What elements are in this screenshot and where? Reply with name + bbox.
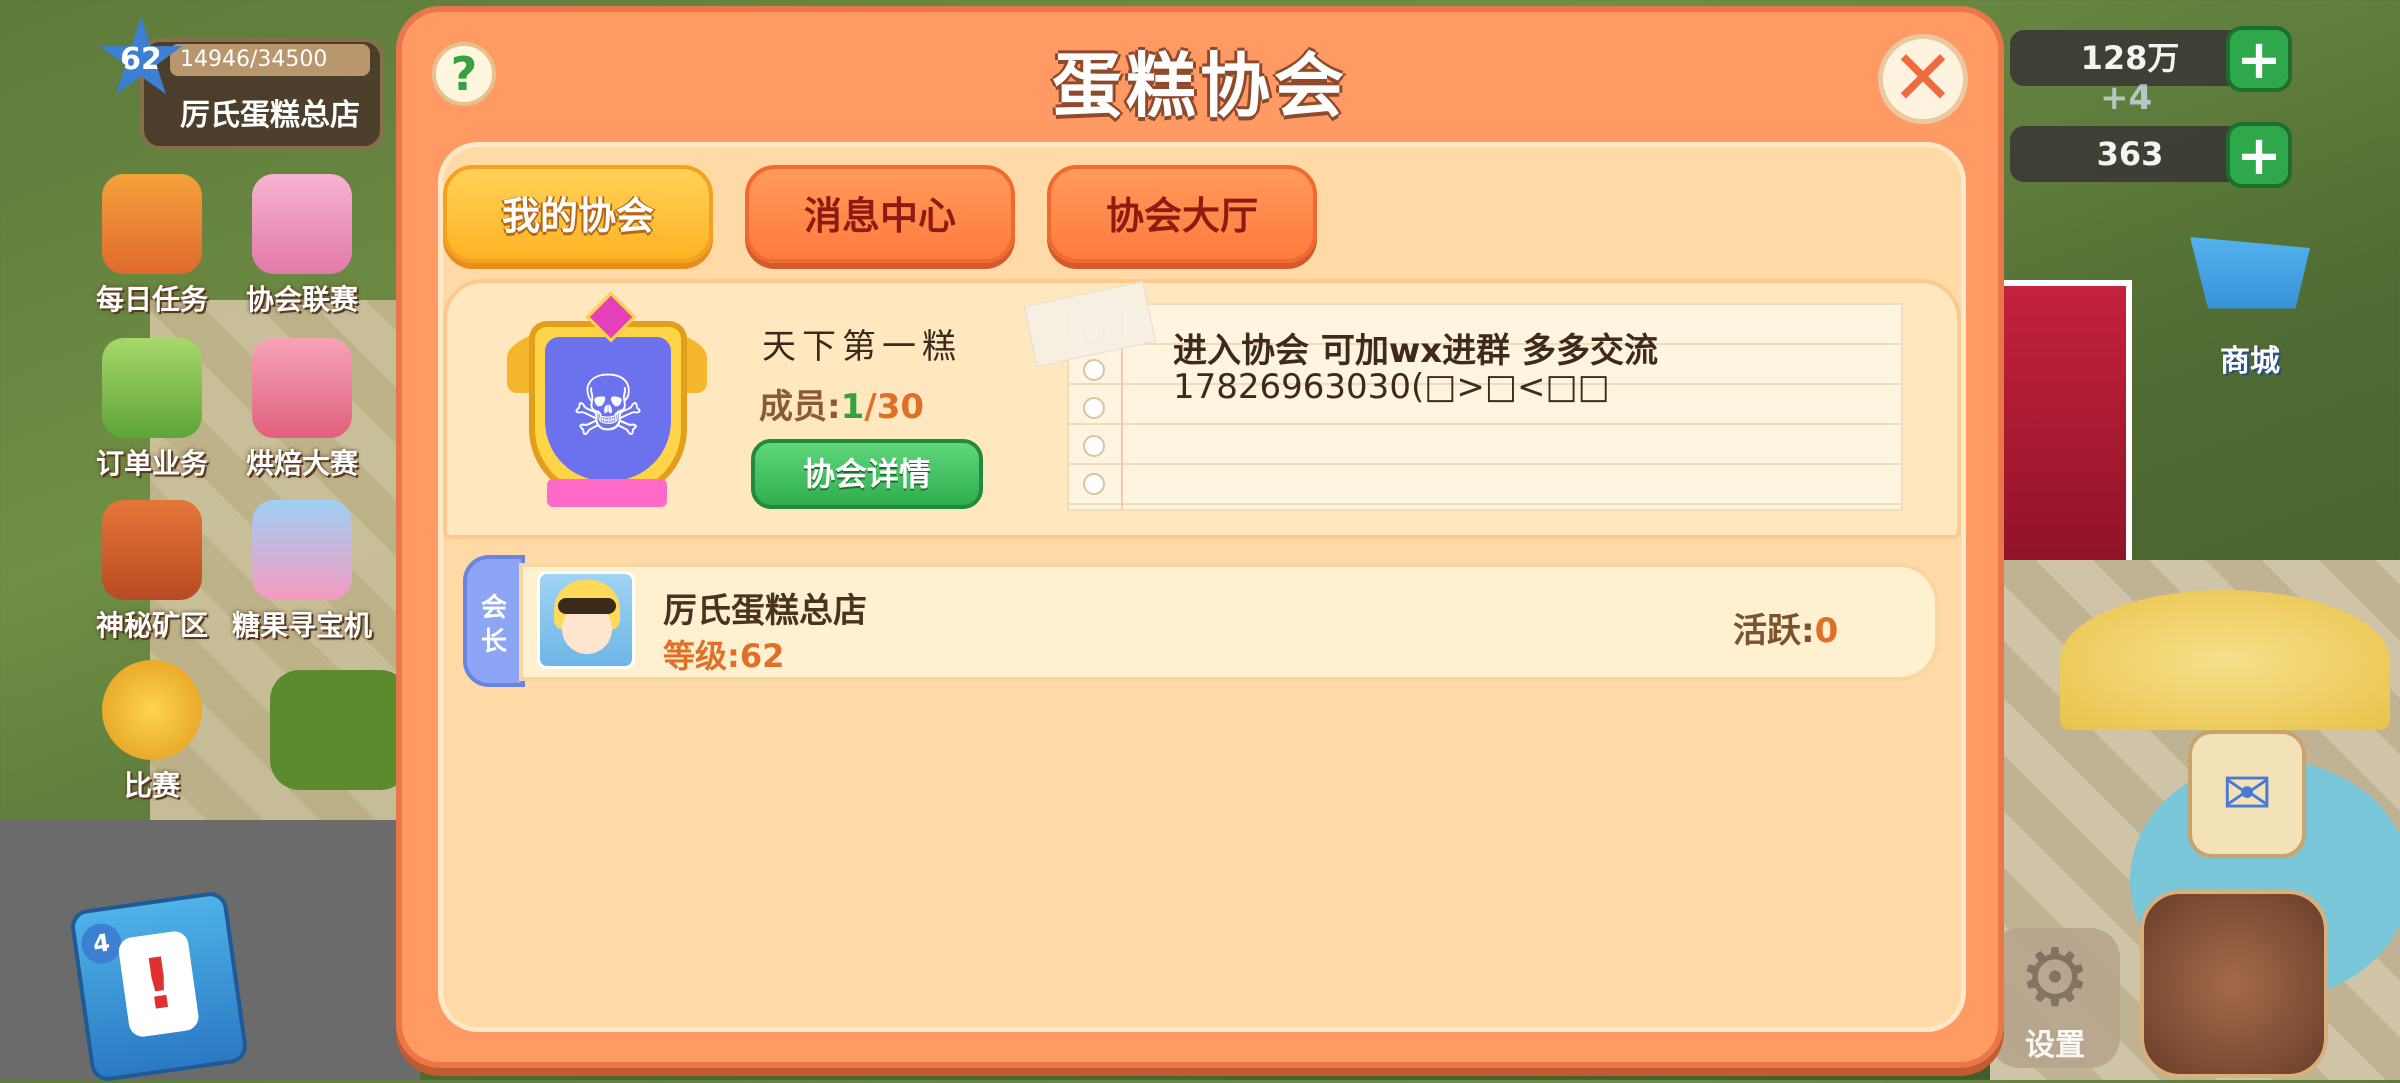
order-business-button[interactable]: 订单业务: [82, 338, 222, 482]
dialog-title: 蛋糕协会: [1052, 45, 1348, 127]
cart-icon: [2190, 237, 2310, 309]
notice-line-2: 17826963030(□>□<□□: [1173, 367, 1610, 407]
member-name: 厉氏蛋糕总店: [663, 591, 867, 631]
shop-button[interactable]: 商城: [2180, 226, 2320, 380]
guild-detail-button[interactable]: 协会详情: [751, 439, 983, 509]
guild-emblem: ☠: [507, 291, 707, 509]
baking-contest-button[interactable]: 烘焙大赛: [232, 338, 372, 482]
guild-info-card: ☠ 天下第一糕 成员:1/30 协会详情 进入协会 可加wx进群 多多交流 17…: [443, 279, 1961, 539]
notebook-badge: 4: [78, 921, 125, 967]
shop-wall: [1990, 280, 2132, 582]
member-activity: 活跃:0: [1733, 611, 1839, 651]
chat-bubbles-icon: ✉: [2221, 759, 2273, 829]
claw-machine-icon: [252, 500, 352, 600]
avatar: [537, 571, 635, 669]
add-gems-button[interactable]: +: [2226, 122, 2292, 188]
guild-name: 天下第一糕: [762, 327, 962, 367]
rank-tag: 会长: [463, 555, 525, 687]
gear-icon: ⚙: [2019, 931, 2091, 1024]
guild-notice: 进入协会 可加wx进群 多多交流 17826963030(□>□<□□: [1067, 303, 1903, 511]
mine-icon: [102, 500, 202, 600]
candy-machine-button[interactable]: 糖果寻宝机: [232, 500, 372, 644]
notebook-button[interactable]: 4 !: [68, 889, 250, 1083]
alert-icon: !: [117, 929, 201, 1039]
member-count: 成员:1/30: [759, 387, 925, 427]
guild-league-button[interactable]: 协会联赛: [232, 174, 372, 318]
bakery-shop-button[interactable]: [2140, 890, 2328, 1078]
tab-guild-hall[interactable]: 协会大厅: [1047, 165, 1317, 263]
mystery-mine-button[interactable]: 神秘矿区: [82, 500, 222, 644]
close-button[interactable]: ✕: [1878, 34, 1968, 124]
oven-icon: [252, 338, 352, 438]
calendar-icon: [102, 174, 202, 274]
store-name: 厉氏蛋糕总店: [180, 98, 360, 133]
order-icon: [102, 338, 202, 438]
notice-line-1: 进入协会 可加wx进群 多多交流: [1173, 331, 1659, 371]
daily-task-button[interactable]: 每日任务: [82, 174, 222, 318]
member-row[interactable]: 会长 厉氏蛋糕总店 等级:62 活跃:0: [463, 555, 1943, 687]
match-button[interactable]: 比赛: [82, 660, 222, 804]
hedge: [270, 670, 410, 790]
skull-icon: ☠: [570, 357, 646, 455]
close-icon: ✕: [1891, 33, 1955, 122]
umbrella: [2060, 590, 2390, 730]
cake-icon: [252, 174, 352, 274]
dialog-panel: 我的协会 消息中心 协会大厅 ☠ 天下第一糕 成员:1/30 协会详情 进入协会…: [438, 142, 1966, 1032]
chat-button[interactable]: ✉: [2188, 730, 2306, 858]
add-coins-button[interactable]: +: [2226, 26, 2292, 92]
xp-bar: 14946/34500: [170, 44, 370, 76]
trophy-icon: [102, 660, 202, 760]
member-level: 等级:62: [663, 637, 785, 675]
sunglasses-icon: [558, 598, 616, 614]
gem-count: 363: [2010, 126, 2250, 182]
tab-my-guild[interactable]: 我的协会: [443, 165, 713, 263]
guild-dialog: ? 蛋糕协会 ✕ 我的协会 消息中心 协会大厅 ☠ 天下第一糕 成员:1/30 …: [396, 6, 2004, 1068]
coin-gain: +4: [2100, 78, 2153, 118]
tab-message-center[interactable]: 消息中心: [745, 165, 1015, 263]
settings-button[interactable]: ⚙ 设置: [1990, 928, 2120, 1068]
